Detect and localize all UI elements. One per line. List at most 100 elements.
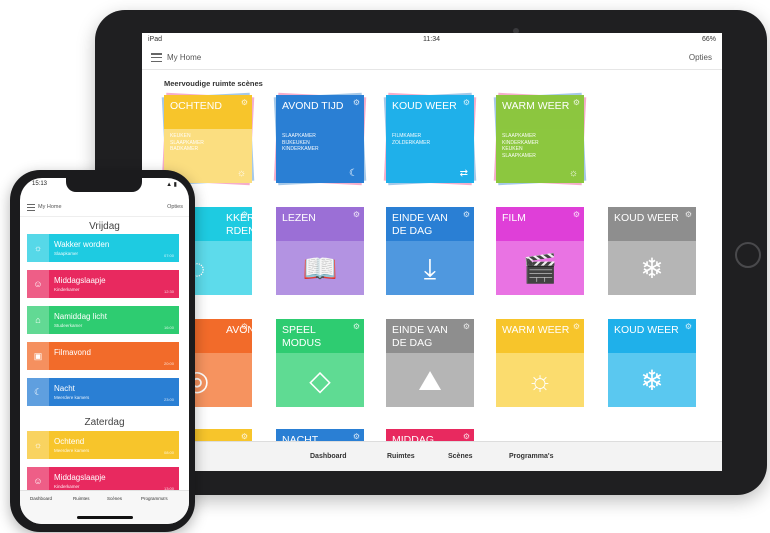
tab-dashboard[interactable]: Dashboard bbox=[30, 496, 52, 501]
tile-title: EINDE VAN DE DAG bbox=[392, 324, 448, 349]
tile-rooms: KEUKEN SLAAPKAMER BADKAMER bbox=[170, 133, 204, 152]
scene-tile[interactable]: ☼ WARM WEER ⚙ bbox=[496, 319, 584, 407]
scene-tile[interactable]: 🎬 FILM ⚙ bbox=[496, 207, 584, 295]
day-header-friday: Vrijdag bbox=[89, 221, 120, 232]
ipad-nav-bar: My Home Opties bbox=[142, 47, 722, 70]
gear-icon[interactable]: ⚙ bbox=[463, 98, 470, 107]
scene-icon: ☼ bbox=[527, 365, 553, 396]
scene-tile[interactable]: ⛰ EINDE VAN DE DAG ⚙ bbox=[386, 319, 474, 407]
ipad-home-button[interactable] bbox=[735, 242, 761, 268]
schedule-title: Middagslaapje bbox=[54, 473, 106, 482]
iphone-notch bbox=[66, 178, 142, 192]
schedule-row[interactable]: ☼ Wakker worden Slaapkamer 07:00 bbox=[27, 234, 179, 262]
gear-icon[interactable]: ⚙ bbox=[463, 322, 470, 331]
ipad-options-link[interactable]: Opties bbox=[689, 53, 712, 62]
scene-tile[interactable]: ◇ SPEEL MODUS ⚙ bbox=[276, 319, 364, 407]
multi-scene-tile[interactable]: AVOND TIJD SLAAPKAMER BIJKEUKEN KINDERKAM… bbox=[276, 95, 364, 183]
gear-icon[interactable]: ⚙ bbox=[573, 98, 580, 107]
schedule-time: 20:00 bbox=[163, 361, 174, 366]
scene-icon: ☾ bbox=[349, 168, 358, 179]
ipad-nav-title: My Home bbox=[167, 53, 202, 62]
gear-icon[interactable]: ⚙ bbox=[685, 322, 692, 331]
tile-title: LEZEN bbox=[282, 212, 316, 224]
gear-icon[interactable]: ⚙ bbox=[353, 210, 360, 219]
scene-icon: ❄ bbox=[640, 365, 664, 396]
ipad-status-battery: 66% bbox=[701, 36, 716, 43]
ipad-status-time: 11:34 bbox=[423, 36, 440, 43]
tile-rooms: SLAAPKAMER BIJKEUKEN KINDERKAMER bbox=[282, 133, 319, 152]
scene-icon: 📖 bbox=[302, 253, 338, 284]
menu-icon[interactable] bbox=[151, 53, 162, 63]
iphone-status-time: 15:13 bbox=[32, 181, 48, 187]
multi-scene-tile[interactable]: WARM WEER SLAAPKAMER KINDERKAMER KEUKEN S… bbox=[496, 95, 584, 183]
schedule-row[interactable]: ☼ Ochtend Meerdere kamers 08:00 bbox=[27, 431, 179, 459]
gear-icon[interactable]: ⚙ bbox=[353, 432, 360, 441]
scene-icon: ⇄ bbox=[459, 168, 468, 179]
tab-scenes[interactable]: Scènes bbox=[448, 453, 473, 460]
scene-icon: ❄ bbox=[640, 253, 664, 284]
tab-ruimtes[interactable]: Ruimtes bbox=[73, 496, 90, 501]
gear-icon[interactable]: ⚙ bbox=[685, 210, 692, 219]
schedule-time: 07:00 bbox=[163, 253, 174, 258]
iphone-screen: 15:13 ▲ ▮ My Home Opties Vrijdag Zaterda… bbox=[20, 178, 189, 524]
schedule-time: 08:00 bbox=[163, 450, 174, 455]
gear-icon[interactable]: ⚙ bbox=[241, 432, 248, 441]
tab-programmas[interactable]: Programma's bbox=[141, 496, 168, 501]
scene-tile[interactable]: ❄ KOUD WEER ⚙ bbox=[608, 319, 696, 407]
tile-title: WARM WEER bbox=[502, 324, 570, 336]
schedule-title: Middagslaapje bbox=[54, 276, 106, 285]
ipad-screen: iPad 11:34 66% My Home Opties Meervoudig… bbox=[142, 33, 722, 471]
iphone-nav-bar: My Home Opties bbox=[20, 200, 189, 217]
scene-tile[interactable]: ⤓ EINDE VAN DE DAG ⚙ bbox=[386, 207, 474, 295]
schedule-time: 23:00 bbox=[163, 397, 174, 402]
menu-icon[interactable] bbox=[27, 204, 35, 211]
scene-icon: ⌂ bbox=[27, 306, 49, 334]
gear-icon[interactable]: ⚙ bbox=[241, 322, 248, 331]
schedule-row[interactable]: ⌂ Namiddag licht Studeerkamer 16:00 bbox=[27, 306, 179, 334]
gear-icon[interactable]: ⚙ bbox=[241, 98, 248, 107]
ipad-tab-bar: Dashboard Ruimtes Scènes Programma's bbox=[142, 441, 722, 471]
schedule-title: Namiddag licht bbox=[54, 312, 107, 321]
tile-title: KKER RDEN bbox=[226, 212, 252, 237]
schedule-room: Kinderkamer bbox=[54, 484, 80, 489]
tile-title: OCHTEND bbox=[170, 100, 222, 112]
schedule-row[interactable]: ☺ Middagslaapje Kinderkamer 12:30 bbox=[27, 270, 179, 298]
scene-icon: ⛰ bbox=[418, 365, 442, 396]
schedule-title: Filmavond bbox=[54, 348, 91, 357]
iphone-options-link[interactable]: Opties bbox=[167, 204, 183, 210]
tile-rooms: FILMKAMER ZOLDERKAMER bbox=[392, 133, 431, 146]
schedule-title: Wakker worden bbox=[54, 240, 110, 249]
ipad-status-bar: iPad 11:34 66% bbox=[142, 33, 722, 47]
scene-icon: ☼ bbox=[27, 234, 49, 262]
gear-icon[interactable]: ⚙ bbox=[573, 210, 580, 219]
scene-icon: ☼ bbox=[236, 168, 246, 179]
tile-title: AVOND bbox=[226, 324, 252, 336]
gear-icon[interactable]: ⚙ bbox=[353, 98, 360, 107]
scene-icon: ◇ bbox=[309, 365, 331, 396]
scene-tile[interactable]: 📖 LEZEN ⚙ bbox=[276, 207, 364, 295]
gear-icon[interactable]: ⚙ bbox=[353, 322, 360, 331]
gear-icon[interactable]: ⚙ bbox=[463, 210, 470, 219]
tile-title: KOUD WEER bbox=[614, 212, 679, 224]
tile-title: KOUD WEER bbox=[392, 100, 457, 112]
tab-dashboard[interactable]: Dashboard bbox=[310, 453, 347, 460]
schedule-room: Meerdere kamers bbox=[54, 395, 90, 400]
schedule-room: Kinderkamer bbox=[54, 287, 80, 292]
tile-title: FILM bbox=[502, 212, 526, 224]
tab-programmas[interactable]: Programma's bbox=[509, 453, 553, 460]
schedule-row[interactable]: ☾ Nacht Meerdere kamers 23:00 bbox=[27, 378, 179, 406]
gear-icon[interactable]: ⚙ bbox=[573, 322, 580, 331]
multi-scene-tile[interactable]: KOUD WEER FILMKAMER ZOLDERKAMER ⚙ ⇄ bbox=[386, 95, 474, 183]
tab-scenes[interactable]: Scènes bbox=[107, 496, 122, 501]
scene-icon: ☾ bbox=[27, 378, 49, 406]
scene-tile[interactable]: ❄ KOUD WEER ⚙ bbox=[608, 207, 696, 295]
section-title-multi-room: Meervoudige ruimte scènes bbox=[164, 79, 263, 88]
gear-icon[interactable]: ⚙ bbox=[463, 432, 470, 441]
tile-title: EINDE VAN DE DAG bbox=[392, 212, 448, 237]
schedule-row[interactable]: ▣ Filmavond 20:00 bbox=[27, 342, 179, 370]
multi-scene-tile[interactable]: OCHTEND KEUKEN SLAAPKAMER BADKAMER ⚙ ☼ bbox=[164, 95, 252, 183]
scene-icon: ⤓ bbox=[423, 253, 437, 284]
gear-icon[interactable]: ⚙ bbox=[241, 210, 248, 219]
iphone-nav-title: My Home bbox=[38, 204, 62, 210]
tab-ruimtes[interactable]: Ruimtes bbox=[387, 453, 415, 460]
